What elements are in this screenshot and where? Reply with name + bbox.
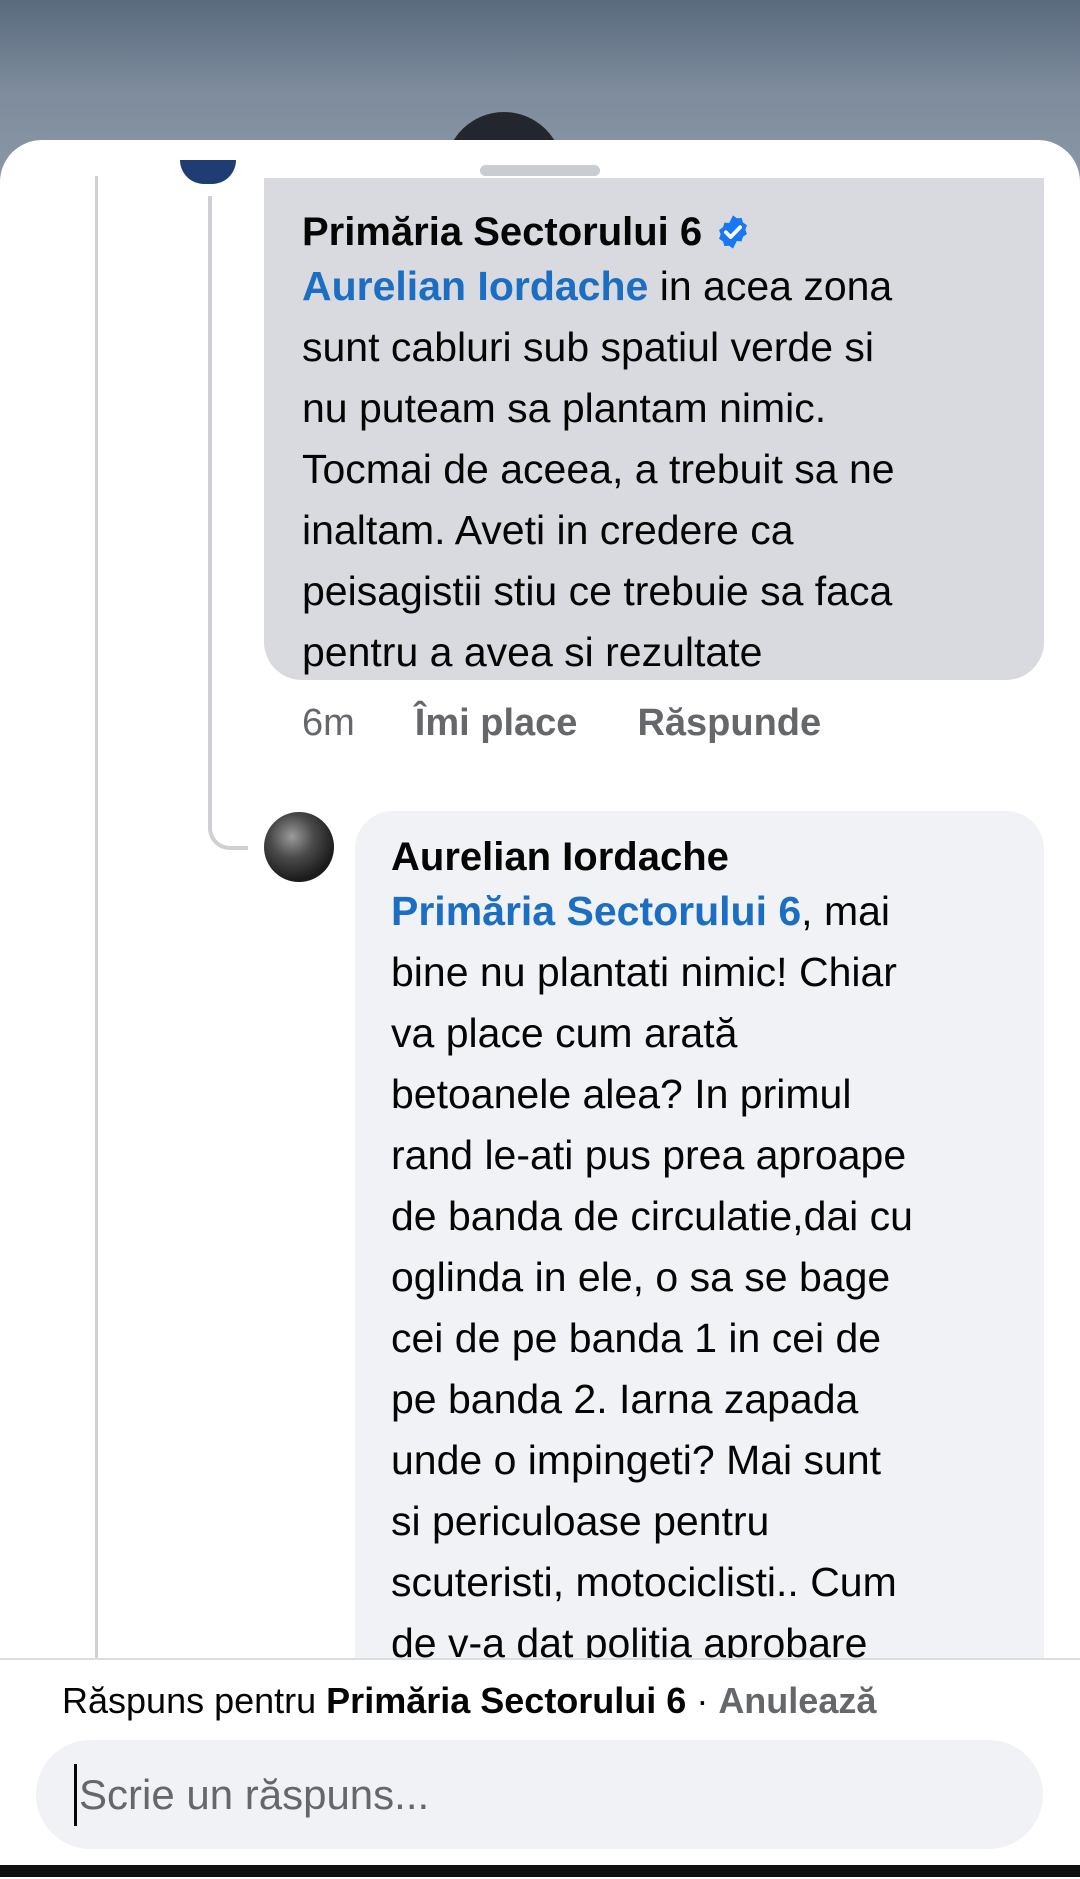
comment-author-name[interactable]: Aurelian Iordache [391, 833, 729, 881]
comment-timestamp[interactable]: 6m [302, 702, 355, 745]
replying-to-bar: Răspuns pentru Primăria Sectorului 6 · A… [62, 1680, 876, 1722]
thread-line [95, 176, 98, 1806]
reply-separator: · [686, 1680, 719, 1721]
like-button[interactable]: Îmi place [415, 702, 578, 745]
comment-text: Primăria Sectorului 6, mai bine nu plant… [391, 881, 1014, 1674]
verified-badge-icon [719, 215, 748, 249]
comment-body: , mai bine nu plantati nimic! Chiar va p… [391, 888, 913, 1666]
text-caret [74, 1763, 77, 1826]
comment-author[interactable]: Primăria Sectorului 6 [302, 208, 1008, 256]
mention-link[interactable]: Aurelian Iordache [302, 263, 648, 309]
reply-input[interactable]: Scrie un răspuns... [36, 1740, 1043, 1849]
reply-target: Primăria Sectorului 6 [326, 1680, 687, 1721]
reply-composer: Răspuns pentru Primăria Sectorului 6 · A… [0, 1658, 1080, 1879]
comment-text: Aurelian Iordache in acea zona sunt cabl… [302, 256, 1008, 683]
avatar[interactable] [264, 812, 334, 882]
comments-sheet: Primăria Sectorului 6 Aurelian Iordache … [0, 140, 1080, 1877]
mention-link[interactable]: Primăria Sectorului 6 [391, 888, 801, 934]
reply-prefix: Răspuns pentru [62, 1680, 327, 1721]
reply-thread-connector [208, 196, 248, 850]
drag-handle[interactable] [480, 165, 600, 176]
comment-body: in acea zona sunt cabluri sub spatiul ve… [302, 263, 895, 675]
reply-button[interactable]: Răspunde [637, 702, 821, 745]
page-avatar[interactable] [180, 160, 236, 184]
cancel-reply-button[interactable]: Anulează [718, 1680, 876, 1721]
system-navigation-bar [0, 1865, 1080, 1877]
comment-actions: 6m Îmi place Răspunde [302, 702, 821, 745]
comment-author[interactable]: Aurelian Iordache [391, 833, 1014, 881]
comment-bubble-main[interactable]: Primăria Sectorului 6 Aurelian Iordache … [264, 178, 1044, 680]
reply-input-placeholder: Scrie un răspuns... [79, 1770, 430, 1818]
comment-author-name[interactable]: Primăria Sectorului 6 [302, 208, 702, 256]
